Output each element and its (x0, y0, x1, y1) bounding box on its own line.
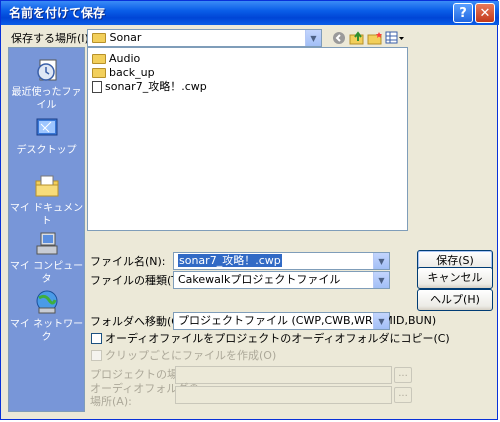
recent-documents-icon (33, 56, 61, 84)
place-desktop-label: デスクトップ (16, 145, 77, 156)
my-documents-icon (33, 172, 61, 200)
chevron-down-icon[interactable]: ▼ (305, 30, 321, 46)
places-bar: 最近使ったファイル デスクトップ マイ ドキュメント マイ コンピュータ マイ … (8, 47, 85, 412)
document-icon (92, 81, 102, 93)
cancel-button[interactable]: キャンセル (417, 267, 493, 289)
list-item-backup[interactable]: back_up (92, 66, 155, 80)
my-computer-icon (33, 230, 61, 258)
save-as-dialog: 名前を付けて保存 ? ✕ 保存する場所(I): Sonar ▼ 最近使ったファイ… (0, 0, 499, 420)
views-menu-icon[interactable] (385, 30, 405, 46)
place-recent[interactable]: 最近使ったファイル (9, 54, 84, 112)
list-item-label: Audio (109, 52, 141, 65)
back-icon[interactable] (331, 30, 347, 46)
goto-folder-value: プロジェクトファイル (CWP,CWB,WRK,MID,BUN) (178, 314, 437, 327)
help-title-button[interactable]: ? (453, 3, 473, 23)
place-recent-label: 最近使ったファイル (11, 87, 82, 111)
place-my-network-label: マイ ネットワーク (9, 319, 84, 343)
help-button[interactable]: ヘルプ(H) (417, 289, 493, 311)
filetype-label: ファイルの種類(T): (90, 274, 187, 287)
place-my-computer-label: マイ コンピュータ (9, 261, 84, 285)
folder-icon (92, 54, 106, 64)
filename-value-wrap: sonar7_攻略！.cwp (178, 254, 282, 268)
save-in-value: Sonar (109, 31, 142, 44)
up-folder-icon[interactable] (349, 30, 365, 46)
list-item-audio[interactable]: Audio (92, 52, 140, 66)
list-item-label: sonar7_攻略！.cwp (105, 80, 207, 93)
file-list[interactable]: Audio back_up sonar7_攻略！.cwp (87, 47, 408, 231)
filename-label: ファイル名(N): (90, 255, 166, 268)
title-bar[interactable]: 名前を付けて保存 ? ✕ (1, 1, 499, 25)
copy-audio-checkbox[interactable] (91, 333, 102, 344)
save-in-value-wrap: Sonar (92, 31, 141, 45)
audio-folder-browse-button[interactable]: ... (394, 387, 412, 403)
place-my-network[interactable]: マイ ネットワーク (9, 286, 84, 344)
project-location-browse-button[interactable]: ... (394, 367, 412, 383)
goto-folder-select[interactable]: プロジェクトファイル (CWP,CWB,WRK,MID,BUN) ▼ (173, 312, 436, 330)
filename-value: sonar7_攻略！.cwp (178, 254, 282, 267)
filetype-value: Cakewalkプロジェクトファイル (178, 273, 341, 286)
copy-audio-label[interactable]: オーディオファイルをプロジェクトのオーディオフォルダにコピー(C) (105, 332, 450, 346)
chevron-down-icon[interactable]: ▼ (373, 313, 389, 329)
project-location-field[interactable] (175, 366, 392, 384)
place-my-documents-label: マイ ドキュメント (9, 203, 84, 227)
audio-folder-label-2: 場所(A): (90, 395, 132, 408)
chevron-down-icon[interactable]: ▼ (373, 272, 389, 288)
filename-input[interactable]: sonar7_攻略！.cwp ▼ (173, 252, 390, 270)
per-clip-checkbox[interactable] (91, 350, 102, 361)
new-folder-icon[interactable] (367, 30, 383, 46)
dialog-title: 名前を付けて保存 (9, 6, 106, 20)
folder-icon (92, 33, 106, 43)
desktop-icon (33, 114, 61, 142)
my-network-icon (33, 288, 61, 316)
audio-folder-field[interactable] (175, 386, 392, 404)
list-item-label: back_up (109, 66, 155, 79)
save-in-label: 保存する場所(I): (11, 32, 93, 45)
place-desktop[interactable]: デスクトップ (9, 112, 84, 170)
save-in-combo[interactable]: Sonar ▼ (87, 29, 322, 47)
folder-icon (92, 68, 106, 78)
per-clip-label: クリップごとにファイルを作成(O) (105, 349, 277, 362)
filetype-select[interactable]: Cakewalkプロジェクトファイル ▼ (173, 271, 390, 289)
close-button[interactable]: ✕ (475, 3, 495, 23)
place-my-documents[interactable]: マイ ドキュメント (9, 170, 84, 228)
place-my-computer[interactable]: マイ コンピュータ (9, 228, 84, 286)
chevron-down-icon[interactable]: ▼ (373, 253, 389, 269)
list-item-project-file[interactable]: sonar7_攻略！.cwp (92, 80, 207, 94)
